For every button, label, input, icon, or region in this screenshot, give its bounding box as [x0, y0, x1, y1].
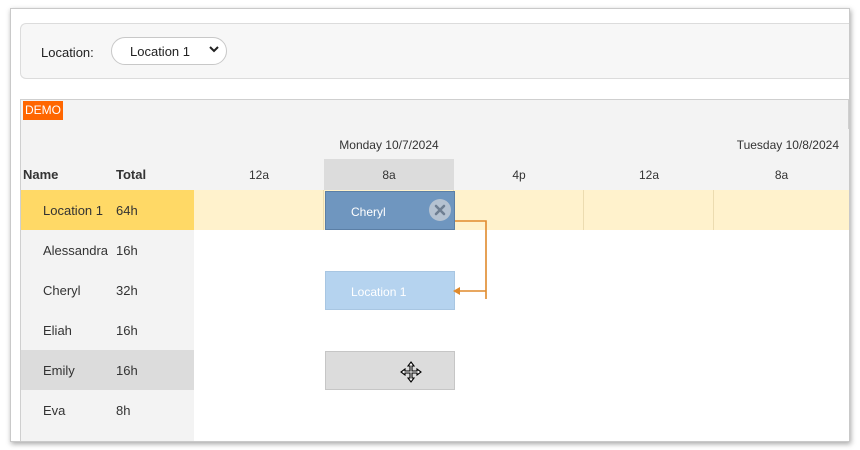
time-header: 4p — [454, 159, 585, 191]
grid-cell[interactable] — [454, 430, 585, 441]
time-header: 12a — [584, 159, 715, 191]
location-select-value: Location 1 — [130, 44, 190, 59]
grid-cell[interactable] — [584, 390, 715, 431]
day-header-monday: Monday 10/7/2024 — [194, 129, 585, 160]
scheduler-corner: DEMO — [20, 99, 195, 160]
grid-cell[interactable] — [714, 230, 849, 271]
row-header-name[interactable]: Eva — [20, 390, 115, 431]
grid-separator — [713, 190, 714, 230]
grid-cell[interactable] — [714, 430, 849, 441]
row-header-total: 16h — [114, 230, 195, 271]
grid-cell[interactable] — [194, 270, 325, 311]
row-header-total — [114, 430, 195, 441]
grid-separator — [323, 190, 324, 230]
row-header-total: 64h — [114, 190, 195, 231]
grid-cell[interactable] — [714, 310, 849, 351]
row-header-total: 32h — [114, 270, 195, 311]
location-label: Location: — [41, 45, 94, 60]
delete-event-button[interactable] — [429, 199, 451, 221]
grid-cell[interactable] — [584, 430, 715, 441]
row-header-name[interactable]: Location 1 — [20, 190, 115, 231]
row-header-total: 8h — [114, 390, 195, 431]
column-header-total: Total — [114, 159, 195, 191]
demo-badge: DEMO — [23, 101, 63, 120]
row-header-name[interactable] — [20, 430, 115, 441]
grid-cell[interactable] — [194, 310, 325, 351]
grid-cell[interactable] — [324, 230, 455, 271]
event-location-1[interactable]: Location 1 — [325, 271, 455, 310]
grid-cell[interactable] — [454, 350, 585, 391]
column-header-name: Name — [20, 159, 115, 191]
grid-cell[interactable] — [194, 230, 325, 271]
chevron-down-icon — [209, 46, 219, 53]
grid-cell[interactable] — [584, 230, 715, 271]
event-label: Cheryl — [351, 205, 386, 219]
grid-cell[interactable] — [324, 430, 455, 441]
grid-cell[interactable] — [454, 310, 585, 351]
grid-cell[interactable] — [194, 430, 325, 441]
toolbar: Location: Location 1 — [20, 23, 849, 79]
grid-cell[interactable] — [454, 390, 585, 431]
grid-cell[interactable] — [324, 310, 455, 351]
event-link-arrow — [453, 220, 487, 299]
grid-cell[interactable] — [584, 350, 715, 391]
grid-cell[interactable] — [584, 270, 715, 311]
row-grid-location-1[interactable] — [194, 190, 849, 231]
app-frame: Location: Location 1 DEMO Monday 10/7/20… — [10, 8, 850, 442]
scheduler: DEMO Monday 10/7/2024 Tuesday 10/8/2024 … — [20, 99, 849, 441]
grid-cell[interactable] — [194, 390, 325, 431]
grid-cell[interactable] — [324, 390, 455, 431]
event-label: Location 1 — [351, 285, 407, 299]
row-header-total: 16h — [114, 310, 195, 351]
row-header-name[interactable]: Emily — [20, 350, 115, 391]
grid-cell[interactable] — [714, 350, 849, 391]
grid-cell[interactable] — [714, 270, 849, 311]
row-header-name[interactable]: Alessandra — [20, 230, 115, 271]
day-header-tuesday: Tuesday 10/8/2024 — [584, 129, 849, 160]
location-select[interactable]: Location 1 — [111, 37, 227, 65]
time-header: 8a — [714, 159, 849, 191]
event-cheryl[interactable]: Cheryl — [325, 191, 455, 230]
grid-separator — [583, 190, 584, 230]
header-band — [194, 99, 849, 130]
grid-cell[interactable] — [584, 310, 715, 351]
row-header-name[interactable]: Eliah — [20, 310, 115, 351]
row-header-total: 16h — [114, 350, 195, 391]
time-header: 8a — [324, 159, 455, 191]
drag-placeholder — [325, 351, 455, 390]
row-header-name[interactable]: Cheryl — [20, 270, 115, 311]
close-icon — [434, 204, 446, 216]
grid-cell[interactable] — [714, 390, 849, 431]
time-header: 12a — [194, 159, 325, 191]
move-cursor-icon — [400, 361, 422, 383]
grid-cell[interactable] — [194, 350, 325, 391]
